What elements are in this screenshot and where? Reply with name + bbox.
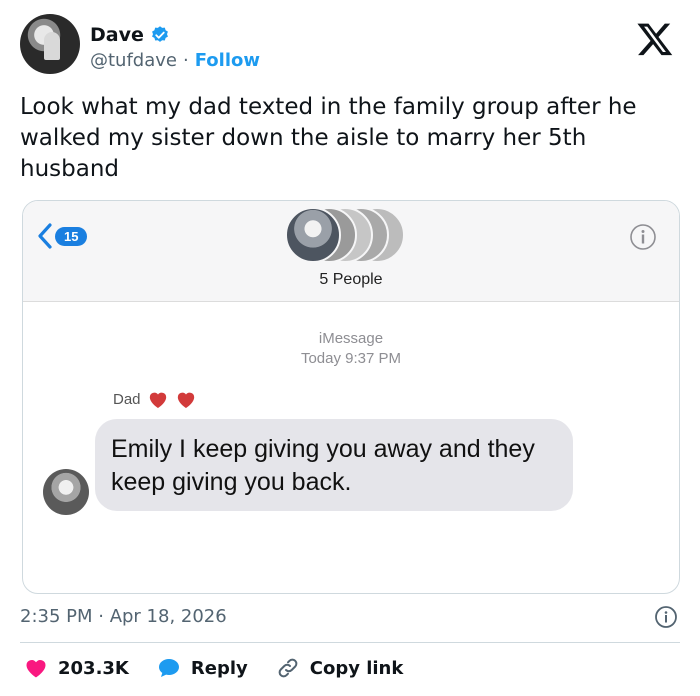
divider bbox=[20, 642, 680, 643]
copy-link-label: Copy link bbox=[309, 657, 404, 679]
sender-avatar bbox=[43, 469, 89, 515]
reply-button[interactable]: Reply bbox=[157, 656, 248, 680]
verified-badge-icon bbox=[151, 26, 168, 42]
author-handle[interactable]: @tufdave bbox=[90, 50, 177, 71]
author-avatar[interactable] bbox=[20, 14, 80, 74]
author-name-row: Dave bbox=[90, 24, 170, 46]
sender-row: Dad bbox=[113, 389, 197, 409]
x-logo-icon[interactable] bbox=[636, 20, 674, 58]
message-bubble[interactable]: Emily I keep giving you away and they ke… bbox=[95, 419, 573, 511]
chevron-left-icon bbox=[38, 223, 52, 249]
tweet-actions: 203.3K Reply Copy link bbox=[24, 656, 431, 680]
heart-icon bbox=[26, 660, 46, 678]
tweet-media-screenshot[interactable]: 15 5 People iMessage Today 9:37 PM Dad E… bbox=[22, 200, 680, 594]
like-button[interactable]: 203.3K bbox=[24, 656, 129, 680]
message-timestamp: iMessage Today 9:37 PM bbox=[23, 329, 679, 369]
author-name[interactable]: Dave bbox=[90, 24, 144, 46]
timestamp-label: Today 9:37 PM bbox=[300, 350, 402, 367]
follow-button[interactable]: Follow bbox=[195, 50, 260, 71]
reply-label: Reply bbox=[190, 657, 248, 679]
service-label: iMessage bbox=[318, 330, 384, 347]
group-name[interactable]: 5 People bbox=[23, 271, 679, 289]
heart-emoji-icon bbox=[177, 392, 194, 409]
info-icon[interactable] bbox=[654, 605, 678, 629]
back-button[interactable]: 15 bbox=[37, 223, 88, 249]
heart-emoji-icon bbox=[149, 392, 166, 409]
group-avatars[interactable] bbox=[277, 207, 417, 263]
imessage-header: 15 5 People bbox=[23, 201, 679, 302]
tweet-text: Look what my dad texted in the family gr… bbox=[20, 94, 637, 182]
unread-count-badge: 15 bbox=[55, 226, 88, 246]
reply-bubble-icon bbox=[158, 659, 179, 677]
info-icon[interactable] bbox=[629, 223, 657, 251]
tweet-timestamp[interactable]: 2:35 PM · Apr 18, 2026 bbox=[20, 606, 227, 627]
handle-separator: · bbox=[183, 50, 189, 71]
sender-name: Dad bbox=[113, 390, 141, 408]
handle-row: @tufdave · Follow bbox=[90, 50, 260, 71]
like-count: 203.3K bbox=[58, 657, 129, 679]
tweet-header: Dave @tufdave · Follow bbox=[20, 14, 680, 80]
copy-link-button[interactable]: Copy link bbox=[276, 656, 404, 680]
link-icon bbox=[278, 658, 298, 678]
